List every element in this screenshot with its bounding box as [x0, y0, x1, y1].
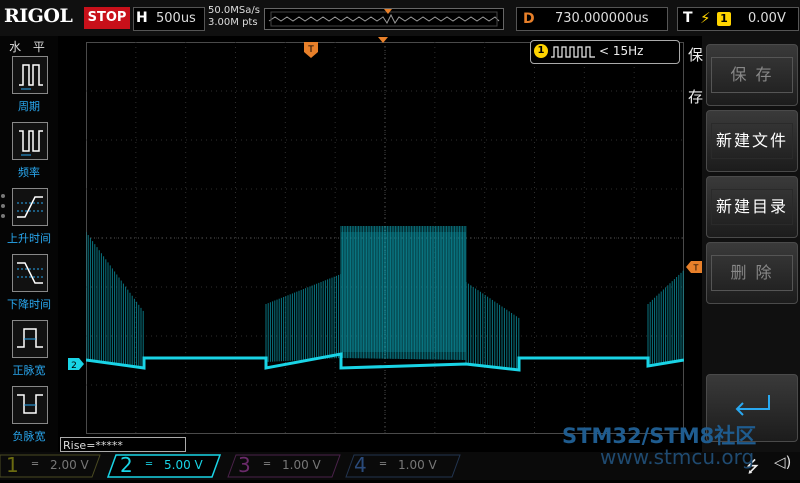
ch1-scale: 2.00 V: [50, 458, 89, 472]
timebase-value: 500us: [156, 11, 196, 26]
rise-time-label: 上升时间: [7, 232, 51, 245]
delay-label: D: [523, 11, 535, 27]
svg-text:T: T: [693, 264, 699, 273]
dc-coupling-icon: ═: [146, 459, 153, 470]
watermark-url: www.stmcu.org: [600, 445, 755, 469]
trigger-source-badge: 1: [717, 12, 731, 26]
save-menu: 保 存 保 存 新建文件 新建目录 删 除: [688, 36, 800, 452]
positive-width-label: 正脉宽: [12, 364, 46, 377]
svg-text:T: T: [307, 45, 314, 55]
trigger-delay[interactable]: D 730.000000us: [516, 7, 668, 31]
new-folder-label: 新建目录: [711, 189, 793, 225]
measure-positive-width[interactable]: 正脉宽: [0, 320, 58, 382]
channel-3-tab[interactable]: 3 ═ 1.00 V: [234, 453, 342, 477]
run-stop-indicator[interactable]: STOP: [84, 7, 130, 29]
brand-logo: RIGOL: [4, 5, 73, 27]
period-icon: [12, 56, 48, 94]
dc-coupling-icon: ═: [32, 459, 39, 470]
fall-time-icon: [12, 254, 48, 292]
top-status-bar: RIGOL STOP H 500us 50.0MSa/s 3.00M pts D…: [0, 0, 800, 36]
frequency-label: 频率: [18, 166, 40, 179]
channel-2-tab[interactable]: 2 ═ 5.00 V: [116, 453, 224, 477]
measure-rise-time[interactable]: 上升时间: [0, 188, 58, 250]
new-file-button[interactable]: 新建文件: [706, 110, 798, 172]
ch2-number: 2: [120, 453, 133, 477]
delete-button-label: 删 除: [711, 255, 793, 291]
save-title-char-2: 存: [688, 88, 704, 106]
ch2-scale: 5.00 V: [164, 458, 203, 472]
memory-overview-strip: [264, 8, 504, 30]
trigger-position-marker[interactable]: T: [304, 42, 318, 58]
new-folder-button[interactable]: 新建目录: [706, 176, 798, 238]
dc-coupling-icon: ═: [380, 459, 387, 470]
trigger-level-marker[interactable]: T: [686, 261, 702, 273]
save-title-char-1: 保: [688, 46, 704, 64]
period-label: 周期: [18, 100, 40, 113]
channel-1-tab[interactable]: 1 ═ 2.00 V: [2, 453, 110, 477]
save-button-label: 保 存: [711, 57, 793, 93]
ch1-frequency-readout[interactable]: 1 < 15Hz: [530, 40, 680, 64]
horizontal-label: H: [136, 10, 148, 26]
measure-negative-width[interactable]: 负脉宽: [0, 386, 58, 448]
waveform-display[interactable]: [85, 42, 685, 434]
waveform-grid: [85, 42, 685, 434]
acquisition-info: 50.0MSa/s 3.00M pts: [208, 5, 260, 29]
trigger-settings[interactable]: T ⚡ 1 0.00V: [677, 7, 799, 31]
dc-coupling-icon: ═: [264, 459, 271, 470]
channel-4-tab[interactable]: 4 ═ 1.00 V: [350, 453, 458, 477]
menu-title: 水 平: [9, 40, 49, 54]
frequency-icon: [12, 122, 48, 160]
negative-width-icon: [12, 386, 48, 424]
return-icon: [735, 395, 770, 416]
ch2-offset-marker[interactable]: 2: [68, 358, 84, 370]
ch1-frequency-value: < 15Hz: [599, 44, 644, 58]
ch1-badge: 1: [534, 44, 548, 58]
fall-time-label: 下降时间: [7, 298, 51, 311]
svg-text:2: 2: [71, 361, 77, 370]
measure-frequency[interactable]: 频率: [0, 122, 58, 184]
rising-edge-icon: ⚡: [700, 9, 711, 27]
positive-width-icon: [12, 320, 48, 358]
save-button[interactable]: 保 存: [706, 44, 798, 106]
delay-value: 730.000000us: [555, 11, 649, 26]
speaker-icon[interactable]: ◁): [774, 453, 791, 471]
horizontal-measure-menu: 水 平 周期 频率 上升时间 下降时间 正脉宽 负脉宽: [0, 36, 58, 452]
negative-width-label: 负脉宽: [12, 430, 46, 443]
ch3-scale: 1.00 V: [282, 458, 321, 472]
pulse-train-icon: [551, 46, 595, 58]
center-marker: [378, 37, 388, 43]
ch1-number: 1: [6, 453, 19, 477]
ch4-scale: 1.00 V: [398, 458, 437, 472]
ch4-number: 4: [354, 453, 367, 477]
delete-button[interactable]: 删 除: [706, 242, 798, 304]
trigger-label: T: [683, 10, 693, 26]
measure-period[interactable]: 周期: [0, 56, 58, 118]
ch3-number: 3: [238, 453, 251, 477]
horizontal-timebase[interactable]: H 500us: [133, 7, 205, 31]
rise-time-icon: [12, 188, 48, 226]
memory-waveform-icon: [268, 9, 500, 27]
measure-fall-time[interactable]: 下降时间: [0, 254, 58, 316]
new-file-label: 新建文件: [711, 123, 793, 159]
memory-depth: 3.00M pts: [208, 17, 258, 28]
trigger-level-value: 0.00V: [748, 11, 786, 26]
sample-rate: 50.0MSa/s: [208, 5, 260, 16]
rise-time-readout: Rise=*****: [60, 437, 186, 452]
